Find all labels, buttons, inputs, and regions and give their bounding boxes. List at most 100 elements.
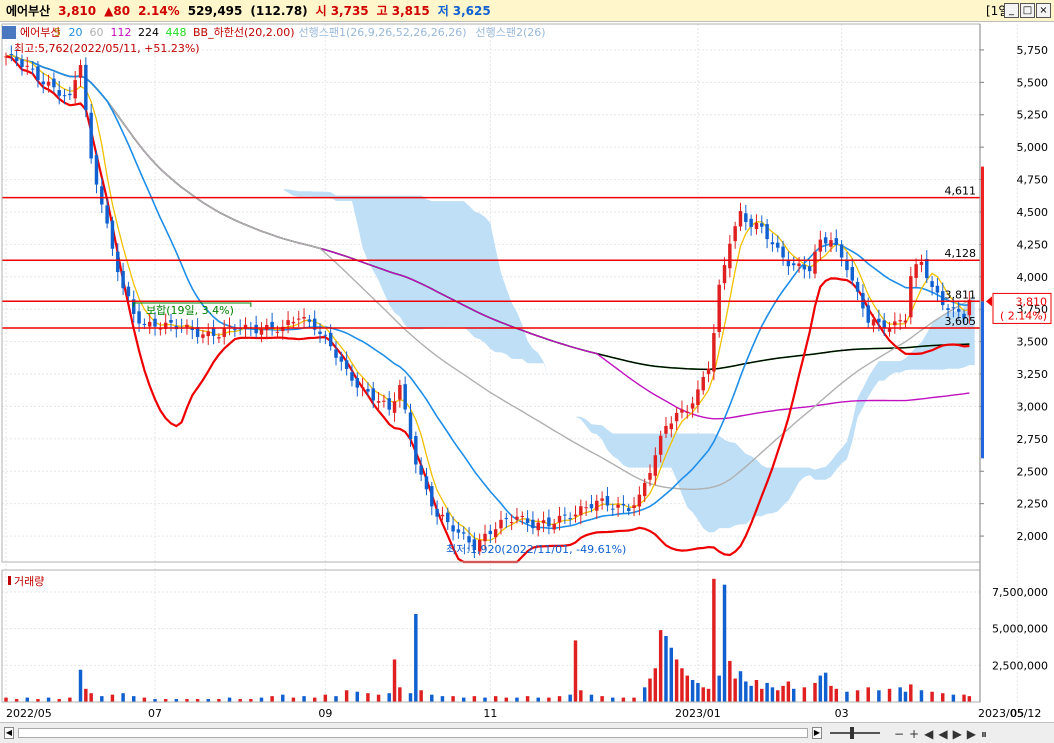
candle-body [137, 311, 141, 324]
max-annotation: 최고:5,762(2022/05/11, +51.23%) [14, 42, 200, 55]
volume-bar [78, 669, 83, 702]
candle-body [552, 523, 556, 530]
candle-body [914, 264, 918, 278]
volume-bar [770, 687, 775, 702]
volume-bar [765, 682, 769, 702]
candle-body [201, 334, 205, 338]
zoom-slider[interactable] [830, 732, 880, 734]
volume-bar [680, 668, 684, 702]
minimize-icon[interactable]: _ [1004, 3, 1019, 18]
volume-bar [690, 680, 695, 702]
candle-body [68, 93, 72, 96]
scroll-right-icon[interactable]: ▶ [812, 727, 822, 739]
candle-body [834, 238, 839, 246]
volume-bar [312, 697, 317, 702]
volume-bar [898, 687, 902, 702]
candle-body [733, 226, 737, 242]
close-icon[interactable]: × [1036, 3, 1051, 18]
candle-body [813, 251, 817, 274]
volume-bar [589, 694, 594, 702]
candle-body [350, 372, 354, 381]
candle-body [760, 223, 764, 227]
x-tick-label: 03 [835, 707, 849, 720]
candle-body [557, 515, 562, 523]
volume-bar [259, 697, 264, 702]
volume-bar [791, 688, 796, 702]
volume-bar [786, 681, 791, 702]
volume-bar [728, 660, 732, 702]
legend-ma-20: 20 [69, 26, 83, 39]
volume-bar [472, 696, 477, 702]
candle-body [254, 324, 258, 334]
candle-body [946, 308, 950, 311]
hline-label: 3,811 [945, 288, 977, 301]
stock-name: 에어부산 [6, 4, 51, 18]
candle-body [589, 504, 594, 509]
candle-body [360, 386, 365, 389]
candle-body [616, 504, 620, 508]
legend-bb: BB_하한선(20,2.00) [193, 25, 295, 39]
candle-body [781, 246, 785, 258]
maximize-icon[interactable]: □ [1020, 3, 1035, 18]
volume-bar [568, 694, 572, 702]
scroll-track[interactable] [18, 728, 808, 738]
candle-body [680, 409, 684, 413]
candle-body [717, 284, 721, 333]
candle-body [648, 473, 652, 480]
candle-body [893, 321, 897, 326]
candle-body [829, 240, 833, 247]
candle-body [504, 518, 509, 520]
volume-bar [802, 687, 807, 702]
price-change: ▲80 [104, 3, 131, 18]
candle-body [898, 320, 902, 322]
legend-toggle-icon [2, 26, 16, 39]
volume-bar [749, 685, 753, 702]
volume-bar [653, 668, 658, 702]
volume-bar [951, 694, 956, 702]
legend-ma-5: 5 [54, 26, 61, 39]
volume-bar [712, 578, 716, 702]
volume-bar [930, 691, 934, 702]
candle-body [823, 237, 828, 244]
candle-body [866, 305, 870, 323]
candle-body [664, 425, 668, 434]
low-label: 저 [437, 4, 449, 18]
candle-body [935, 285, 940, 293]
candle-body [84, 64, 88, 111]
candle-body [100, 186, 104, 205]
candle-body [14, 57, 19, 62]
candle-body [467, 536, 471, 543]
candle-body [515, 516, 519, 520]
scroll-left-icon[interactable]: ◀ [4, 727, 14, 739]
candle-body [802, 265, 807, 270]
candle-body [355, 377, 360, 388]
nav-controls-icon[interactable]: −+◀◀▶▶⏸ [894, 727, 992, 742]
candle-body [786, 260, 791, 267]
candle-body [153, 318, 157, 327]
volume-bar [323, 694, 328, 702]
chart-scrollbar[interactable]: ◀ ▶ −+◀◀▶▶⏸ [0, 722, 1054, 743]
candle-body [398, 385, 402, 400]
hline-label: 4,611 [945, 185, 977, 198]
candle-body [621, 503, 626, 506]
volume-bar [823, 672, 828, 702]
legend-ma-224: 224 [138, 26, 159, 39]
candle-body [563, 514, 567, 516]
candle-body [632, 505, 636, 508]
y-tick-label: 5,750 [1017, 44, 1049, 57]
volume-legend: 거래량 [14, 575, 44, 588]
zoom-slider-handle[interactable] [850, 727, 854, 739]
y-tick-label: 5,250 [1017, 109, 1049, 122]
volume-tick-label: 2,500,000 [992, 659, 1048, 672]
candle-body [605, 496, 610, 506]
candle-body [685, 411, 689, 413]
candle-body [930, 281, 934, 287]
candle-body [568, 518, 572, 520]
volume-bar [909, 684, 913, 702]
volume-bar [919, 690, 924, 702]
volume-bar [392, 659, 397, 702]
volume-bar [962, 694, 966, 702]
candle-body [642, 482, 647, 497]
stock-chart[interactable]: 5,750 5,500 5,250 5,000 4,750 4,500 4,250 4,000… [0, 22, 1054, 722]
candle-body [46, 81, 51, 86]
